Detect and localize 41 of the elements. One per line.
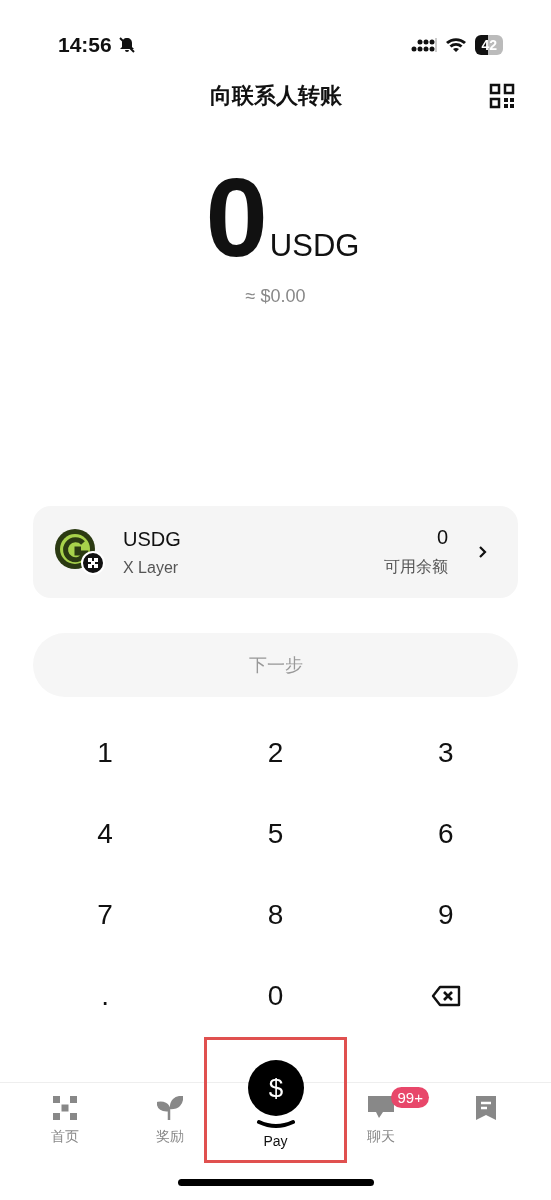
chevron-right-icon <box>478 545 488 559</box>
fiat-value: ≈ $0.00 <box>245 286 306 307</box>
sprout-icon <box>157 1096 184 1120</box>
keypad-key[interactable]: 6 <box>390 803 501 864</box>
token-symbol: USDG <box>123 527 182 551</box>
keypad-key[interactable]: 5 <box>220 803 331 864</box>
keypad-key[interactable]: 8 <box>220 884 331 945</box>
keypad-key[interactable]: 9 <box>390 884 501 945</box>
keypad-key[interactable]: 7 <box>50 884 161 945</box>
keypad-key[interactable]: 4 <box>50 803 161 864</box>
keypad-key[interactable]: 3 <box>390 722 501 783</box>
token-balance: 0 <box>436 526 448 549</box>
chat-bubble-icon <box>367 1096 394 1120</box>
page-title: 向联系人转账 <box>209 82 342 110</box>
wifi-icon <box>445 37 468 53</box>
token-network: X Layer <box>123 558 180 577</box>
unread-badge: 99+ <box>391 1087 429 1108</box>
keypad-key[interactable]: . <box>50 965 161 1026</box>
tab-label: 奖励 <box>156 1128 185 1146</box>
keypad-key[interactable]: 0 <box>220 965 331 1026</box>
receipt-icon <box>476 1096 497 1120</box>
tab-label: 聊天 <box>366 1128 395 1146</box>
token-logo-icon <box>53 527 107 577</box>
tab-item[interactable]: 奖励 <box>117 1083 223 1163</box>
bell-muted-icon <box>117 36 136 54</box>
amount-unit: USDG <box>269 228 360 264</box>
token-selector[interactable]: USDG X Layer 0 可用余额 <box>33 506 518 598</box>
backspace-icon <box>430 984 461 1007</box>
keypad-key[interactable]: 1 <box>50 722 161 783</box>
balance-label: 可用余额 <box>384 557 448 577</box>
tab-label: 首页 <box>50 1128 79 1146</box>
tab-item[interactable]: 聊天 99+ <box>328 1083 434 1163</box>
tab-item[interactable]: 首页 <box>12 1083 118 1163</box>
signal-icon <box>411 37 438 53</box>
checker-icon <box>52 1096 77 1120</box>
tab-item[interactable]: $ Pay <box>222 1055 329 1163</box>
tab-label: Pay <box>263 1133 288 1149</box>
status-time: 14:56 <box>58 33 112 57</box>
qr-code-icon[interactable] <box>489 83 515 109</box>
keypad-key[interactable]: 2 <box>220 722 331 783</box>
amount-value: 0 <box>205 162 268 274</box>
